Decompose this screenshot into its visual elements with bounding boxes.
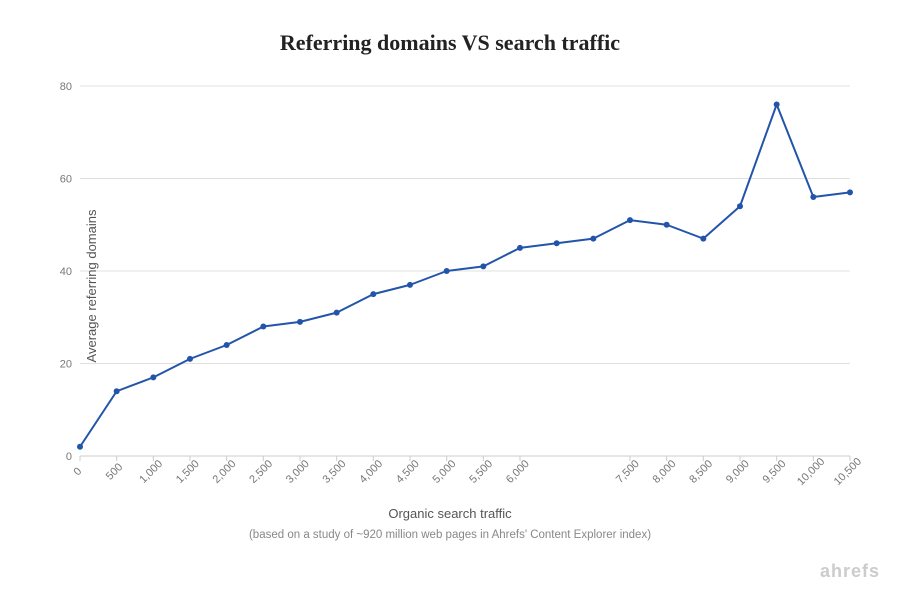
svg-text:4,000: 4,000 — [357, 458, 385, 486]
chart-svg: 02040608005001,0001,5002,0002,5003,0003,… — [70, 76, 880, 496]
svg-text:60: 60 — [60, 174, 72, 186]
chart-area: Average referring domains 02040608005001… — [70, 76, 880, 496]
svg-text:40: 40 — [60, 266, 72, 278]
svg-text:2,500: 2,500 — [247, 458, 275, 486]
svg-text:8,000: 8,000 — [651, 458, 679, 486]
ahrefs-brand: ahrefs — [820, 561, 880, 582]
svg-text:8,500: 8,500 — [687, 458, 715, 486]
svg-text:0: 0 — [71, 465, 84, 478]
svg-text:4,500: 4,500 — [394, 458, 422, 486]
svg-text:5,000: 5,000 — [431, 458, 459, 486]
svg-text:80: 80 — [60, 81, 72, 93]
svg-text:9,500: 9,500 — [761, 458, 789, 486]
y-axis-label: Average referring domains — [84, 210, 99, 363]
x-axis-label: Organic search traffic — [20, 506, 880, 521]
svg-text:6,000: 6,000 — [504, 458, 532, 486]
chart-container: Referring domains VS search traffic Aver… — [0, 0, 900, 600]
svg-text:2,000: 2,000 — [211, 458, 239, 486]
svg-text:1,500: 1,500 — [174, 458, 202, 486]
svg-text:9,000: 9,000 — [724, 458, 752, 486]
svg-text:5,500: 5,500 — [467, 458, 495, 486]
svg-text:20: 20 — [60, 359, 72, 371]
footnote: (based on a study of ~920 million web pa… — [20, 529, 880, 541]
svg-text:10,500: 10,500 — [832, 456, 864, 488]
svg-text:500: 500 — [104, 461, 125, 482]
svg-text:7,500: 7,500 — [614, 458, 642, 486]
svg-text:10,000: 10,000 — [795, 456, 827, 488]
chart-title: Referring domains VS search traffic — [20, 30, 880, 56]
svg-text:0: 0 — [66, 451, 72, 463]
svg-text:1,000: 1,000 — [137, 458, 165, 486]
svg-text:3,500: 3,500 — [321, 458, 349, 486]
svg-text:3,000: 3,000 — [284, 458, 312, 486]
